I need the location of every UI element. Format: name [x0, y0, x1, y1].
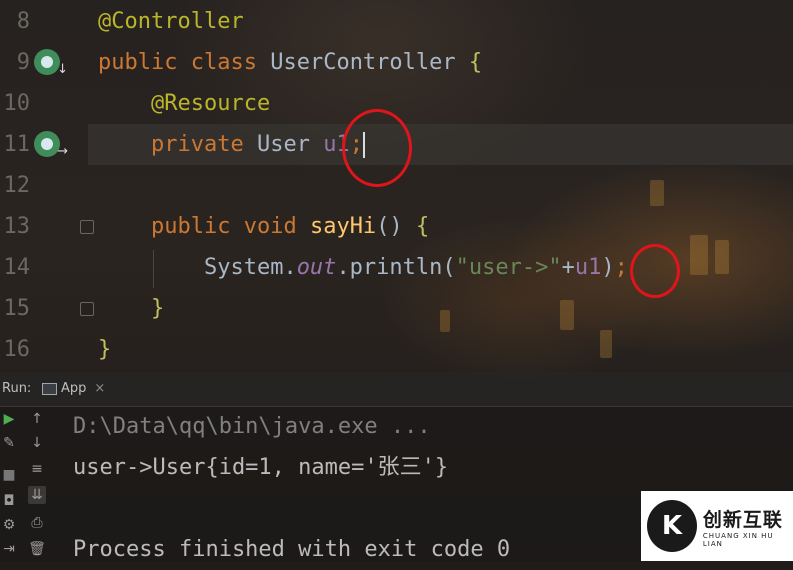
- brace-token: {: [415, 214, 430, 239]
- editor-gutter: 8 9 10 11 12 13 14 15 16 ↓ →: [0, 0, 94, 372]
- string-token: "user->": [455, 255, 562, 280]
- brace-token: }: [98, 337, 112, 362]
- code-line-10: @Resource: [98, 83, 270, 124]
- scroll-to-end-icon[interactable]: ⇊: [28, 486, 46, 504]
- console-output-line: user->User{id=1, name='张三'}: [73, 455, 449, 480]
- code-line-8: @Controller: [98, 1, 244, 42]
- autowired-navigate-gutter-icon[interactable]: →: [34, 131, 68, 159]
- run-tab-label: App: [61, 381, 87, 396]
- soft-wrap-icon[interactable]: ≡: [28, 460, 46, 478]
- settings-icon[interactable]: ⚙: [0, 516, 18, 534]
- run-tab-app[interactable]: App ×: [42, 381, 105, 396]
- close-icon[interactable]: ×: [94, 381, 105, 396]
- arrow-down-icon[interactable]: ↓: [28, 434, 46, 452]
- arrow-up-icon[interactable]: ↑: [28, 410, 46, 428]
- print-icon[interactable]: ⎙: [28, 514, 46, 532]
- code-editor[interactable]: 8 9 10 11 12 13 14 15 16 ↓ → @Controller…: [0, 0, 793, 372]
- code-line-14: System.out.println("user->"+u1);: [98, 247, 628, 288]
- line-number: 10: [3, 91, 31, 116]
- class-name-token: UserController: [270, 50, 456, 75]
- highlight-circle-annotation: [630, 244, 680, 298]
- trash-icon[interactable]: 🗑: [28, 540, 46, 558]
- code-line-11: private User u1;: [98, 124, 365, 165]
- brace-token: {: [468, 50, 483, 75]
- type-token: User: [256, 132, 310, 157]
- line-number: 12: [3, 173, 31, 198]
- code-line-13: public void sayHi() {: [98, 206, 429, 247]
- watermark-logo: K 创新互联 CHUANG XIN HU LIAN: [641, 491, 793, 561]
- line-number: 15: [3, 296, 31, 321]
- line-number: 8: [16, 9, 30, 34]
- spring-bean-gutter-icon[interactable]: ↓: [34, 49, 68, 77]
- line-number: 16: [3, 337, 31, 362]
- brace-token: }: [150, 296, 165, 321]
- highlight-circle-annotation: [342, 109, 412, 187]
- keyword-token: void: [243, 214, 297, 239]
- wrench-icon[interactable]: ✎: [0, 434, 18, 452]
- method-call-token: .println(: [336, 255, 456, 280]
- keyword-token: private: [150, 132, 244, 157]
- run-toolbar: ▶ ↑ ✎ ↓ ■ ≡ ◘ ⇊ ⚙ ⎙ ⇥ 🗑: [0, 406, 50, 561]
- stop-icon[interactable]: ■: [0, 466, 18, 484]
- rerun-icon[interactable]: ▶: [0, 410, 18, 428]
- exit-icon[interactable]: ⇥: [0, 540, 18, 558]
- run-label: Run:: [2, 381, 32, 396]
- class-ref-token: System.: [203, 255, 297, 280]
- console-output-line: Process finished with exit code 0: [73, 537, 511, 562]
- keyword-token: public: [98, 50, 178, 75]
- line-number: 13: [3, 214, 31, 239]
- keyword-token: public: [150, 214, 231, 239]
- camera-icon[interactable]: ◘: [0, 492, 18, 510]
- code-line-15: }: [98, 288, 164, 329]
- keyword-token: class: [190, 50, 257, 75]
- run-panel-header: Run: App ×: [0, 372, 793, 407]
- code-line-9: public class UserController {: [98, 42, 482, 83]
- method-name-token: sayHi: [309, 214, 377, 239]
- annotation-token: @Resource: [150, 91, 271, 116]
- console-output-line: D:\Data\qq\bin\java.exe ...: [73, 414, 431, 439]
- code-line-16: }: [98, 329, 111, 370]
- line-number: 9: [16, 50, 30, 75]
- watermark-subtitle: CHUANG XIN HU LIAN: [702, 531, 774, 548]
- annotation-token: @Controller: [98, 9, 244, 34]
- line-number: 14: [3, 255, 31, 280]
- brand-logo-icon: K: [647, 500, 697, 552]
- fold-marker-icon[interactable]: [80, 302, 94, 316]
- paren-token: ): [601, 255, 615, 280]
- watermark-title: 创新互联: [702, 508, 783, 531]
- application-icon: [42, 382, 57, 395]
- semicolon-token: ;: [614, 255, 628, 280]
- line-number: 11: [3, 132, 31, 157]
- static-field-token: out: [296, 255, 337, 280]
- parens-token: (): [376, 214, 403, 239]
- fold-marker-icon[interactable]: [80, 220, 94, 234]
- field-token: u1: [574, 255, 602, 280]
- operator-token: +: [561, 255, 575, 280]
